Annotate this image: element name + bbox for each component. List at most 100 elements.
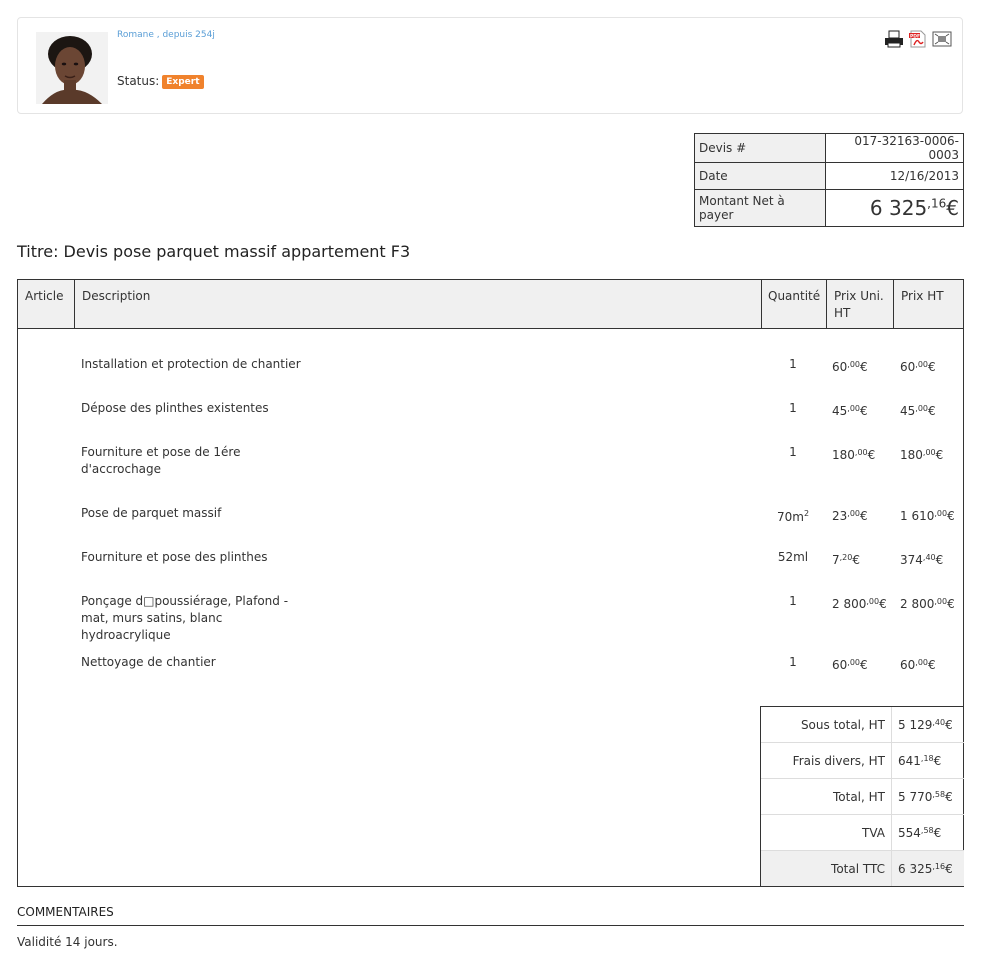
item-total-price-cents: ,00 bbox=[922, 448, 936, 457]
item-quantity: 1 bbox=[789, 445, 797, 459]
item-description: Dépose des plinthes existentes bbox=[81, 401, 269, 415]
item-unit-price-main: 2 800 bbox=[832, 597, 867, 611]
fullscreen-icon[interactable] bbox=[932, 30, 952, 48]
item-unit-price-cents: ,00 bbox=[847, 404, 861, 413]
comments-text: Validité 14 jours. bbox=[17, 935, 118, 949]
item-total-price: 2 800,00€ bbox=[900, 593, 955, 613]
currency: € bbox=[867, 448, 876, 462]
totals-box: Sous total, HT 5 129,40€ Frais divers, H… bbox=[760, 706, 964, 887]
item-quantity: 70m2 bbox=[761, 505, 825, 526]
tva-value: 554,58€ bbox=[891, 814, 964, 851]
devis-number-label: Devis # bbox=[694, 133, 826, 163]
subtotal-value-cents: ,40 bbox=[932, 717, 946, 727]
item-unit-price-main: 45 bbox=[832, 404, 848, 418]
item-unit-price-cents: ,00 bbox=[866, 597, 880, 606]
header-article: Article bbox=[25, 289, 64, 303]
item-total-price-main: 60 bbox=[900, 658, 916, 672]
currency: € bbox=[945, 789, 953, 804]
item-unit-price: 60,00€ bbox=[832, 356, 868, 376]
item-total-price-main: 180 bbox=[900, 448, 923, 462]
header-prix-uni: Prix Uni. HT bbox=[826, 280, 893, 328]
subtotal-value: 5 129,40€ bbox=[892, 707, 965, 743]
subtotal-value-main: 5 129 bbox=[898, 717, 933, 732]
item-unit-price-main: 7 bbox=[832, 553, 840, 567]
frais-label: Frais divers, HT bbox=[761, 742, 892, 779]
frais-value-cents: ,18 bbox=[920, 753, 934, 763]
item-unit-price-cents: ,00 bbox=[847, 360, 861, 369]
header-description: Description bbox=[74, 280, 761, 328]
item-unit-price: 2 800,00€ bbox=[832, 593, 887, 613]
totals-row-total-ht: Total, HT 5 770,58€ bbox=[761, 778, 964, 815]
item-quantity: 52ml bbox=[777, 550, 809, 564]
tva-value-cents: ,58 bbox=[920, 825, 934, 835]
item-total-price-cents: ,00 bbox=[915, 404, 929, 413]
items-table: Article Description Quantité Prix Uni. H… bbox=[17, 279, 964, 887]
currency: € bbox=[935, 553, 944, 567]
item-unit-price: 7,20€ bbox=[832, 549, 860, 569]
item-total-price-cents: ,00 bbox=[915, 360, 929, 369]
date-value: 12/16/2013 bbox=[825, 162, 964, 190]
item-description: Installation et protection de chantier bbox=[81, 357, 301, 371]
seller-name-link[interactable]: Romane , depuis 254j bbox=[117, 30, 215, 40]
seller-profile-card: Romane , depuis 254j Status: Expert PDF bbox=[17, 17, 963, 114]
status-line: Status: Expert bbox=[117, 74, 204, 89]
item-quantity: 1 bbox=[789, 401, 797, 415]
item-description: Fourniture et pose de 1ére d'accrochage bbox=[81, 445, 241, 476]
total-ttc-value-main: 6 325 bbox=[898, 861, 933, 876]
item-quantity: 1 bbox=[789, 594, 797, 608]
total-ht-label: Total, HT bbox=[761, 778, 892, 815]
currency: € bbox=[928, 658, 936, 672]
item-quantity: 1 bbox=[789, 357, 797, 371]
item-total-price: 60,00€ bbox=[900, 654, 936, 674]
item-total-price: 60,00€ bbox=[900, 356, 936, 376]
currency: € bbox=[860, 360, 868, 374]
currency: € bbox=[947, 597, 955, 611]
item-total-price-cents: ,00 bbox=[934, 597, 948, 606]
quote-title: Titre: Devis pose parquet massif apparte… bbox=[17, 242, 411, 261]
currency: € bbox=[945, 861, 953, 876]
currency: € bbox=[933, 753, 942, 768]
item-quantity-main: 70m bbox=[776, 510, 804, 524]
amount-cents: ,16 bbox=[927, 196, 947, 211]
item-unit-price-cents: ,00 bbox=[854, 448, 868, 457]
totals-table: Sous total, HT 5 129,40€ Frais divers, H… bbox=[761, 707, 964, 886]
pdf-icon[interactable]: PDF bbox=[908, 30, 928, 48]
devis-number-value: 017-32163-0006-0003 bbox=[825, 133, 964, 163]
currency: € bbox=[860, 404, 868, 418]
item-total-price: 1 610,00€ bbox=[900, 505, 955, 525]
item-total-price: 45,00€ bbox=[900, 400, 936, 420]
total-ht-value-cents: ,58 bbox=[932, 789, 946, 799]
item-total-price-main: 45 bbox=[900, 404, 916, 418]
item-unit-price-cents: ,20 bbox=[839, 553, 853, 562]
amount-currency: € bbox=[946, 196, 959, 220]
item-total-price: 374,40€ bbox=[900, 549, 943, 569]
item-total-price-cents: ,40 bbox=[922, 553, 936, 562]
currency: € bbox=[945, 717, 953, 732]
total-ht-value: 5 770,58€ bbox=[891, 778, 964, 815]
svg-text:PDF: PDF bbox=[910, 33, 920, 39]
comments-divider bbox=[17, 925, 964, 926]
item-total-price-cents: ,00 bbox=[934, 509, 948, 518]
status-badge: Expert bbox=[162, 75, 204, 89]
printer-icon[interactable] bbox=[884, 30, 904, 48]
total-ttc-value-cents: ,16 bbox=[932, 861, 946, 871]
currency: € bbox=[933, 825, 942, 840]
amount-due-label: Montant Net à payer bbox=[694, 189, 826, 227]
total-ht-value-main: 5 770 bbox=[898, 789, 933, 804]
currency: € bbox=[928, 404, 936, 418]
tva-label: TVA bbox=[761, 814, 892, 851]
document-actions: PDF bbox=[884, 30, 952, 48]
item-unit-price: 60,00€ bbox=[832, 654, 868, 674]
item-description: Fourniture et pose des plinthes bbox=[81, 550, 268, 564]
totals-row-subtotal: Sous total, HT 5 129,40€ bbox=[761, 707, 964, 743]
item-total-price-main: 60 bbox=[900, 360, 916, 374]
item-unit-price-cents: ,00 bbox=[847, 509, 861, 518]
date-label: Date bbox=[694, 162, 826, 190]
status-label: Status: bbox=[117, 74, 160, 88]
amount-due-value: 6 325,16€ bbox=[825, 189, 964, 227]
currency: € bbox=[879, 597, 887, 611]
amount-main: 6 325 bbox=[869, 196, 928, 220]
quote-meta-table: Devis # 017-32163-0006-0003 Date 12/16/2… bbox=[694, 133, 964, 227]
tva-value-main: 554 bbox=[898, 825, 921, 840]
item-description: Ponçage d□poussiérage, Plafond - mat, mu… bbox=[81, 594, 289, 642]
